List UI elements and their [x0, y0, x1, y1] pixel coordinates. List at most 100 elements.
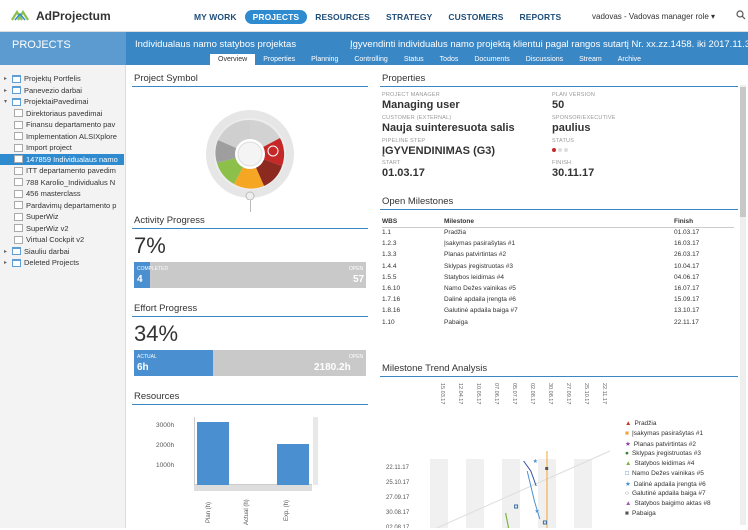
- tab-todos[interactable]: Todos: [432, 54, 467, 65]
- table-row[interactable]: 1.8.16 Galutinė apdaila baiga #7 13.10.17: [382, 305, 734, 316]
- tree-item-label: Deleted Projects: [24, 258, 80, 267]
- table-row[interactable]: 1.6.10 Namo Dežes vainikas #5 16.07.17: [382, 283, 734, 294]
- logo-text: AdProjectum: [36, 9, 111, 23]
- tree-item[interactable]: ▸ Deleted Projects: [4, 257, 79, 268]
- user-menu[interactable]: vadovas - Vadovas manager role ▾: [592, 12, 715, 21]
- start-label: START: [382, 160, 401, 166]
- tree-item[interactable]: Direktoriaus pavedimai: [14, 108, 102, 119]
- trend-chart: 15.03.17 12.04.17 10.05.17 07.06.17 05.07.17…: [386, 383, 611, 528]
- x-tick-label: 25.10.17: [583, 383, 589, 404]
- table-cell: Dalinė apdaila įrengta #6: [444, 296, 516, 304]
- tab-controlling[interactable]: Controlling: [346, 54, 395, 65]
- folder-icon: [12, 86, 21, 94]
- table-row[interactable]: 1.10 Pabaiga 22.11.17: [382, 317, 734, 328]
- tree-item-label: Implementation ALSIXplore: [26, 131, 117, 141]
- tab-discussions[interactable]: Discussions: [518, 54, 571, 65]
- legend-item: ▲ Statybos leidimas #4: [625, 460, 694, 467]
- table-cell: Pradžia: [444, 229, 467, 237]
- tree-item-label: Virtual Cockpit v2: [26, 235, 85, 244]
- tree-item[interactable]: Pardavimų departamento p: [14, 200, 116, 211]
- tree-item[interactable]: ▸ Panevezio darbai: [4, 85, 82, 96]
- legend-item: ● Sklypas įregistruotas #3: [625, 450, 701, 457]
- y-tick-label: 27.09.17: [386, 495, 410, 501]
- tab-archive[interactable]: Archive: [610, 54, 649, 65]
- tree-item[interactable]: SuperWiz v2: [14, 223, 69, 234]
- table-row[interactable]: 1.5.5 Statybos leidimas #4 04.06.17: [382, 272, 734, 283]
- table-cell: 04.06.17: [674, 273, 700, 281]
- tree-item-label: 788 Karolio_Individualus N: [26, 177, 116, 187]
- expand-caret-icon[interactable]: ▸: [4, 248, 9, 255]
- col-header-milestone: Milestone: [444, 216, 674, 228]
- legend-item: ▲ Statybos baigimo aktas #8: [625, 500, 711, 507]
- pipeline-value: ĮGYVENDINIMAS (G3): [382, 145, 496, 157]
- project-icon: [14, 212, 23, 221]
- table-cell: 15.09.17: [674, 296, 700, 304]
- y-tick: 3000h: [156, 422, 175, 429]
- trend-point: [545, 467, 549, 470]
- table-cell: 1.6.10: [382, 285, 401, 293]
- table-cell: 10.04.17: [674, 262, 700, 270]
- table-row[interactable]: 1.4.4 Sklypas įregistruotas #3 10.04.17: [382, 261, 734, 272]
- x-label: Plan (h): [206, 501, 212, 523]
- tree-item[interactable]: Virtual Cockpit v2: [14, 234, 84, 245]
- tree-item[interactable]: 456 masterclass: [14, 188, 81, 199]
- status-label: STATUS: [552, 138, 575, 144]
- expand-caret-icon[interactable]: ▸: [4, 259, 9, 266]
- tab-planning[interactable]: Planning: [303, 54, 346, 65]
- tree-item[interactable]: ▾ ProjektaiPavedimai: [4, 96, 88, 107]
- app-logo[interactable]: AdProjectum: [10, 9, 111, 23]
- nav-my-work[interactable]: MY WORK: [186, 10, 245, 24]
- table-row[interactable]: 1.2.3 Įsakymas pasirašytas #1 16.03.17: [382, 238, 734, 249]
- chart-scrollbar[interactable]: [194, 485, 312, 491]
- table-row[interactable]: 1.7.16 Dalinė apdaila įrengta #6 15.09.17: [382, 294, 734, 305]
- legend-item: ■ Pabaiga: [625, 510, 656, 517]
- y-tick-label: 25.10.17: [386, 480, 410, 486]
- trend-point: ★: [534, 508, 539, 515]
- tree-item[interactable]: Finansu departamento pav: [14, 119, 115, 130]
- nav-reports[interactable]: REPORTS: [511, 10, 569, 24]
- table-cell: 13.10.17: [674, 307, 700, 315]
- tab-status[interactable]: Status: [396, 54, 432, 65]
- tree-item-label: Import project: [26, 143, 72, 152]
- divider: [132, 316, 368, 317]
- tree-item[interactable]: ▸ Projektų Portfelis: [4, 73, 81, 84]
- table-cell: 1.3.3: [382, 251, 397, 259]
- expand-caret-icon[interactable]: ▾: [4, 98, 9, 105]
- nav-customers[interactable]: CUSTOMERS: [440, 10, 511, 24]
- tree-item[interactable]: ▸ Siauliu darbai: [4, 246, 69, 257]
- table-cell: 16.03.17: [674, 240, 700, 248]
- nav-strategy[interactable]: STRATEGY: [378, 10, 440, 24]
- nav-projects[interactable]: PROJECTS: [244, 10, 308, 24]
- table-cell: 01.03.17: [674, 229, 700, 237]
- bar-plan: [197, 422, 229, 485]
- search-icon[interactable]: [736, 10, 746, 20]
- expand-caret-icon[interactable]: ▸: [4, 75, 9, 82]
- nav-resources[interactable]: RESOURCES: [307, 10, 378, 24]
- tree-item-label: SuperWiz: [26, 212, 59, 221]
- tree-item[interactable]: Implementation ALSIXplore: [14, 131, 117, 142]
- tree-item[interactable]: Import project: [14, 142, 72, 153]
- expand-caret-icon[interactable]: ▸: [4, 87, 9, 94]
- top-bar: AdProjectum MY WORK PROJECTS RESOURCES STRA…: [0, 0, 748, 32]
- vertical-scrollbar[interactable]: [313, 417, 318, 485]
- tree-item[interactable]: 788 Karolio_Individualus N: [14, 177, 115, 188]
- tab-overview[interactable]: Overview: [210, 54, 256, 65]
- tab-properties[interactable]: Properties: [255, 54, 303, 65]
- tree-item[interactable]: 147859 Individualaus namo: [0, 153, 124, 165]
- finish-label: FINISH: [552, 160, 572, 166]
- table-row[interactable]: 1.1 Pradžia 01.03.17: [382, 227, 734, 238]
- divider: [132, 86, 368, 87]
- main-scrollbar-thumb[interactable]: [740, 87, 746, 217]
- tab-stream[interactable]: Stream: [571, 54, 610, 65]
- table-cell: 22.11.17: [674, 318, 699, 326]
- legend-marker-icon: ▲: [625, 420, 632, 427]
- section-header: PROJECTS: [0, 32, 126, 65]
- tree-item[interactable]: SuperWiz: [14, 211, 59, 222]
- col-header-wbs: WBS: [382, 216, 444, 228]
- tree-item-label: Siauliu darbai: [24, 246, 70, 256]
- table-row[interactable]: 1.3.3 Planas patvirtintas #2 26.03.17: [382, 249, 734, 260]
- tab-documents[interactable]: Documents: [466, 54, 517, 65]
- x-tick-label: 15.03.17: [439, 383, 445, 404]
- legend-marker-icon: □: [625, 470, 629, 477]
- tree-item[interactable]: ITT departamento pavedim: [14, 165, 116, 176]
